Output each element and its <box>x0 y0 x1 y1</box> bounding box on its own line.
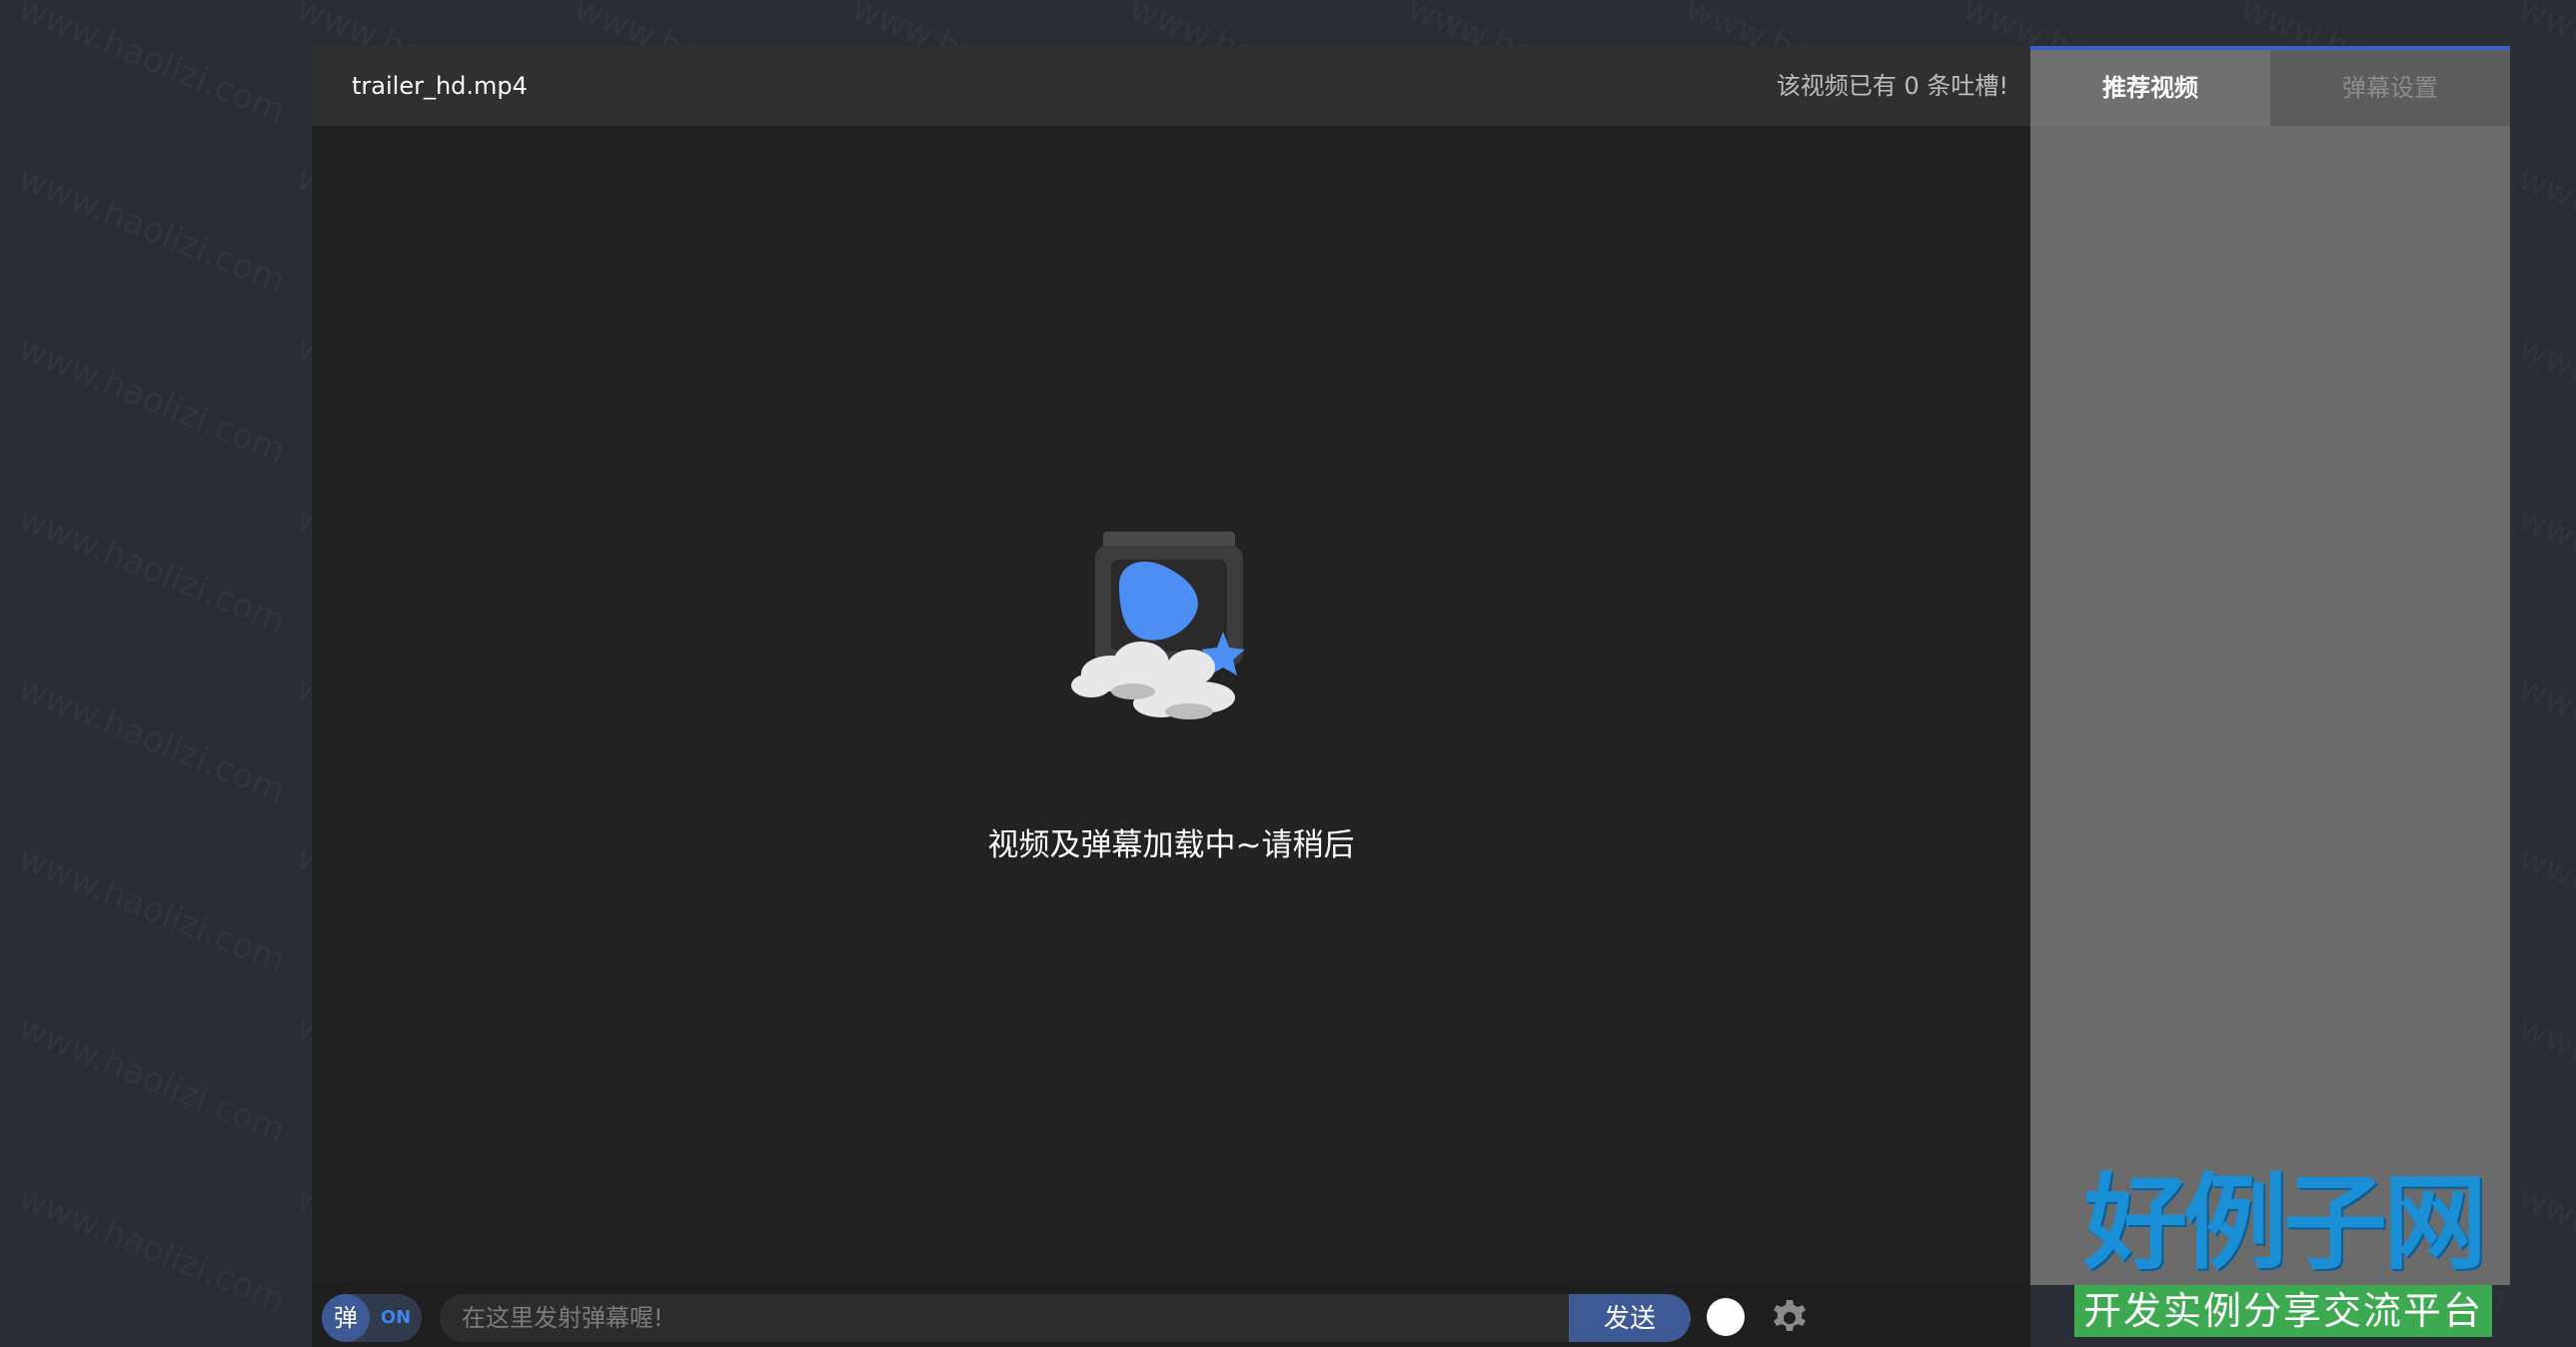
page: www.haolizi.com www.haolizi.com www.haoliz… <box>0 0 2576 1347</box>
watermark-text: www.haolizi.com <box>2513 0 2576 132</box>
danmaku-input[interactable] <box>440 1294 1559 1342</box>
watermark-text: www.haolizi.com <box>13 158 291 301</box>
watermark-text: www.haolizi.com <box>2513 158 2576 301</box>
video-player: trailer_hd.mp4 该视频已有 0 条吐槽! 视频及弹幕加载中~请稍后… <box>312 46 2510 1347</box>
watermark-text: www.haolizi.com <box>13 837 291 980</box>
watermark-text: www.haolizi.com <box>13 0 291 132</box>
site-logo: 好例子网 开发实例分享交流平台 <box>2072 1167 2494 1337</box>
control-bar: 弹 ON 发送 <box>312 1285 2030 1347</box>
watermark-text: www.haolizi.com <box>2513 328 2576 471</box>
tab-recommended-videos[interactable]: 推荐视频 <box>2030 50 2270 126</box>
watermark-text: www.haolizi.com <box>13 668 291 810</box>
watermark-text: www.haolizi.com <box>13 328 291 471</box>
comment-count-text: 该视频已有 0 条吐槽! <box>1776 72 2008 100</box>
tab-danmaku-settings[interactable]: 弹幕设置 <box>2270 50 2510 126</box>
watermark-text: www.haolizi.com <box>13 1007 291 1150</box>
side-tabs: 推荐视频 弹幕设置 <box>2030 46 2510 126</box>
watermark-text: www.haolizi.com <box>2513 1007 2576 1150</box>
watermark-text: www.haolizi.com <box>13 1177 291 1320</box>
danmaku-toggle-state: ON <box>380 1307 412 1328</box>
loading-indicator: 视频及弹幕加载中~请稍后 <box>312 526 2030 885</box>
danmaku-input-wrapper: 发送 <box>440 1294 1691 1342</box>
watermark-text: www.haolizi.com <box>2513 668 2576 810</box>
danmaku-toggle-char: 弹 <box>322 1294 370 1342</box>
video-title-bar: trailer_hd.mp4 该视频已有 0 条吐槽! <box>312 46 2030 126</box>
loading-tv-icon <box>1071 532 1245 719</box>
video-area[interactable]: trailer_hd.mp4 该视频已有 0 条吐槽! 视频及弹幕加载中~请稍后 <box>312 46 2030 1285</box>
loading-text: 视频及弹幕加载中~请稍后 <box>987 827 1355 863</box>
watermark-text: www.haolizi.com <box>2513 1177 2576 1320</box>
watermark-text: www.haolizi.com <box>13 498 291 641</box>
danmaku-color-picker[interactable] <box>1707 1298 1745 1336</box>
video-title: trailer_hd.mp4 <box>352 72 528 100</box>
logo-sub-text: 开发实例分享交流平台 <box>2074 1285 2492 1337</box>
side-panel: 推荐视频 弹幕设置 <box>2030 46 2510 1285</box>
send-button[interactable]: 发送 <box>1569 1294 1691 1342</box>
watermark-text: www.haolizi.com <box>2513 498 2576 641</box>
danmaku-toggle[interactable]: 弹 ON <box>322 1294 422 1342</box>
logo-main-text: 好例子网 <box>2082 1161 2487 1284</box>
watermark-text: www.haolizi.com <box>2513 837 2576 980</box>
gear-icon[interactable] <box>1769 1297 1811 1339</box>
